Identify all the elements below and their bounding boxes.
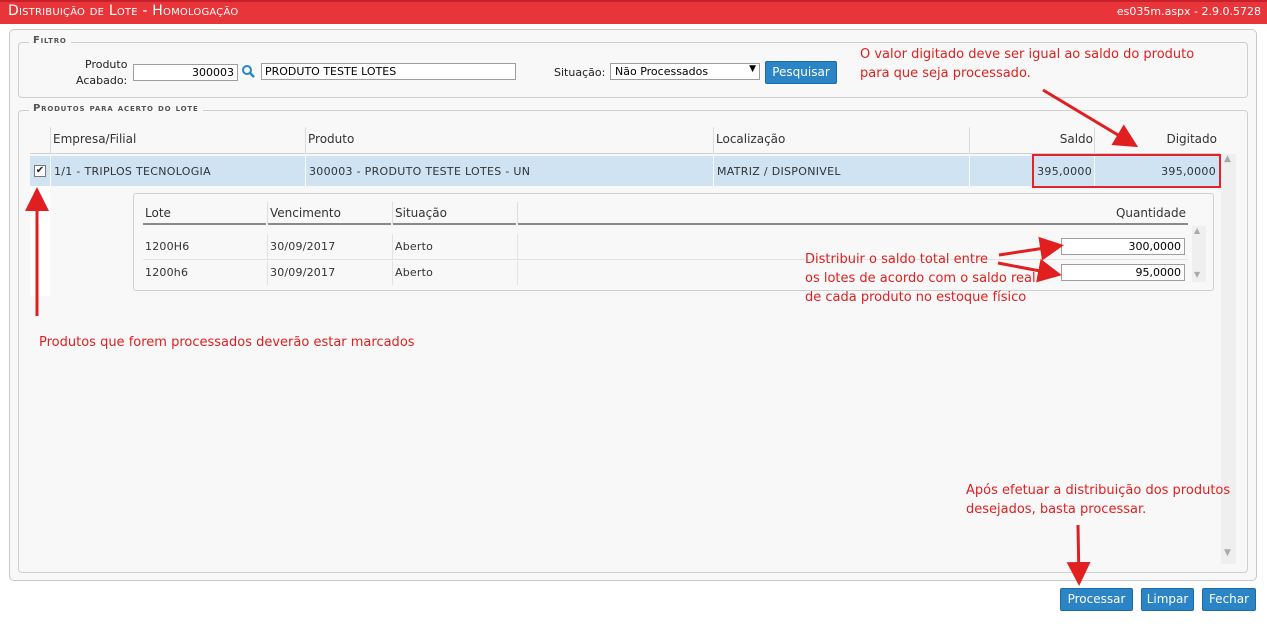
annotation-arrows <box>25 88 1139 586</box>
arrow-to-qty-1 <box>998 236 1064 261</box>
fechar-button[interactable]: Fechar <box>1202 588 1256 611</box>
arrow-to-qty-2 <box>997 258 1062 283</box>
arrow-to-digitado <box>1042 88 1139 148</box>
processar-button[interactable]: Processar <box>1060 588 1133 611</box>
arrow-to-processar <box>1066 524 1091 586</box>
limpar-button[interactable]: Limpar <box>1141 588 1194 611</box>
